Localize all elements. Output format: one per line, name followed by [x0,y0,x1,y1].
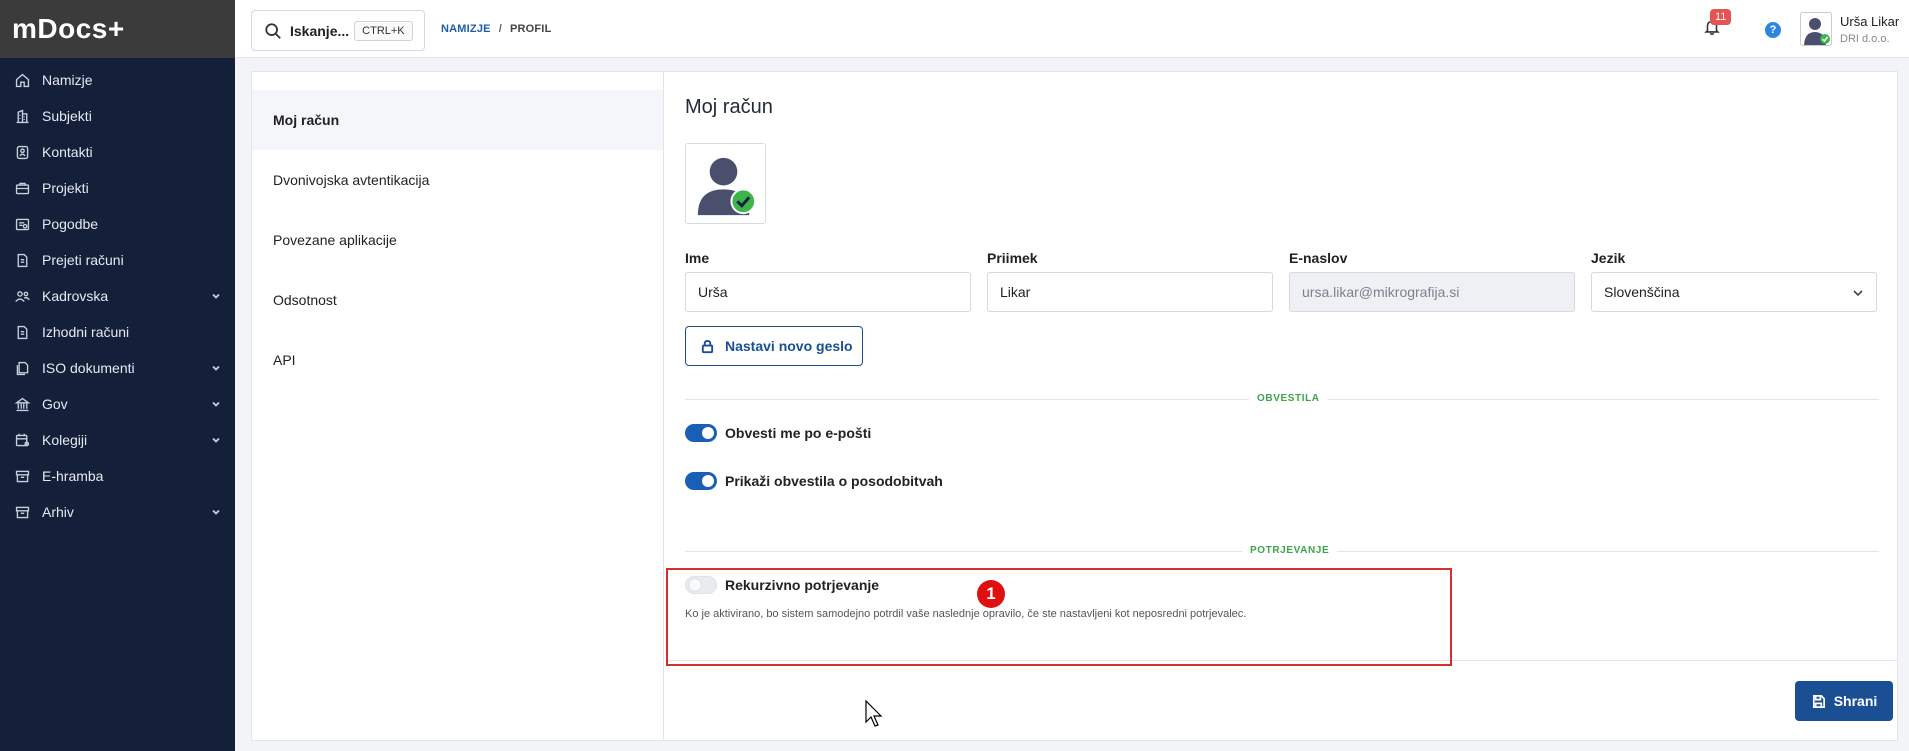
section-label-obvestila: OBVESTILA [1249,393,1328,404]
archive-icon [12,466,32,486]
set-password-button[interactable]: Nastavi novo geslo [685,326,863,366]
user-name[interactable]: Urša Likar [1840,14,1899,29]
set-password-label: Nastavi novo geslo [725,338,853,354]
home-icon [12,70,32,90]
chevron-down-icon[interactable] [211,396,221,412]
sidebar-item-e-hramba[interactable]: E-hramba [0,458,235,494]
chevron-down-icon [1852,286,1864,302]
top-bar: Iskanje... CTRL+K NAMIZJE / PROFIL 11 ? Ur… [235,0,1909,58]
language-label: Jezik [1591,250,1626,266]
sidebar-item-izhodni-racuni[interactable]: Izhodni računi [0,314,235,350]
sidebar-item-subjekti[interactable]: Subjekti [0,98,235,134]
update-notify-label: Prikaži obvestila o posodobitvah [725,473,943,489]
sidebar-item-kolegiji[interactable]: Kolegiji [0,422,235,458]
lock-icon [701,339,714,353]
email-field: ursa.likar@mikrografija.si [1289,272,1575,312]
sidebar-item-gov[interactable]: Gov [0,386,235,422]
update-notify-toggle[interactable] [685,472,717,490]
first-name-label: Ime [685,250,710,266]
settings-menu-moj-racun[interactable]: Moj račun [252,90,663,150]
contract-icon [12,214,32,234]
search-button[interactable]: Iskanje... CTRL+K [251,10,425,51]
sidebar-item-label: Arhiv [42,504,74,520]
notification-count-badge: 11 [1710,9,1732,25]
breadcrumb: NAMIZJE / PROFIL [441,23,552,35]
sidebar-item-label: E-hramba [42,468,104,484]
sidebar-item-iso-dokumenti[interactable]: ISO dokumenti [0,350,235,386]
contact-card-icon [12,142,32,162]
toggle-knob [702,475,714,487]
sidebar-item-label: Projekti [42,180,89,196]
save-icon [1812,694,1825,708]
help-button[interactable]: ? [1765,22,1781,38]
search-icon [265,22,281,39]
sidebar-item-namizje[interactable]: Namizje [0,62,235,98]
settings-menu-povezane-aplikacije[interactable]: Povezane aplikacije [252,210,663,270]
search-shortcut: CTRL+K [354,20,413,41]
app-logo[interactable]: mDocs+ [0,0,235,58]
settings-menu-label: Moj račun [273,112,340,128]
bank-icon [12,394,32,414]
sidebar-item-label: Gov [42,396,68,412]
sidebar-item-label: Prejeti računi [42,252,124,268]
sidebar-item-projekti[interactable]: Projekti [0,170,235,206]
save-button[interactable]: Shrani [1795,681,1893,721]
page-title: Moj račun [685,96,773,118]
document-icon [12,250,32,270]
chevron-down-icon[interactable] [211,432,221,448]
sidebar-nav: Namizje Subjekti Kontakti Projekti Pogod… [0,58,235,530]
breadcrumb-current: PROFIL [509,23,552,35]
sidebar-item-prejeti-racuni[interactable]: Prejeti računi [0,242,235,278]
settings-menu-dvonivojska-avtentikacija[interactable]: Dvonivojska avtentikacija [252,150,663,210]
chevron-down-icon[interactable] [211,360,221,376]
settings-menu: Moj račun Dvonivojska avtentikacija Pove… [252,72,664,740]
chevron-down-icon[interactable] [211,288,221,304]
first-name-input[interactable]: Urša [685,272,971,312]
annotation-marker: 1 [977,580,1005,608]
user-org: DRI d.o.o. [1840,33,1890,45]
sidebar-item-pogodbe[interactable]: Pogodbe [0,206,235,242]
search-label: Iskanje... [290,22,350,39]
email-label: E-naslov [1289,250,1348,266]
sidebar-item-label: Subjekti [42,108,92,124]
user-avatar[interactable] [1800,12,1832,46]
email-notify-toggle[interactable] [685,424,717,442]
save-label: Shrani [1833,693,1878,709]
calendar-people-icon [12,430,32,450]
email-notify-label: Obvesti me po e-pošti [725,425,872,441]
sidebar-item-kadrovska[interactable]: Kadrovska [0,278,235,314]
last-name-input[interactable]: Likar [987,272,1273,312]
profile-avatar[interactable] [685,143,766,224]
sidebar: mDocs+ Namizje Subjekti Kontakti Projekt… [0,0,235,751]
settings-menu-odsotnost[interactable]: Odsotnost [252,270,663,330]
breadcrumb-separator: / [498,23,502,35]
people-icon [12,286,32,306]
sidebar-item-label: Izhodni računi [42,324,130,340]
last-name-label: Priimek [987,250,1038,266]
briefcase-icon [12,178,32,198]
sidebar-item-label: ISO dokumenti [42,360,135,376]
sidebar-item-kontakti[interactable]: Kontakti [0,134,235,170]
annotation-highlight-box [666,568,1452,666]
sidebar-item-label: Namizje [42,72,93,88]
section-label-potrjevanje: POTRJEVANJE [1242,545,1338,556]
settings-menu-api[interactable]: API [252,330,663,390]
sidebar-item-label: Kolegiji [42,432,88,448]
sidebar-item-label: Pogodbe [42,216,99,232]
language-select[interactable]: Slovenščina [1591,272,1877,312]
mouse-cursor-icon [865,699,883,733]
breadcrumb-link-namizje[interactable]: NAMIZJE [441,23,491,35]
chevron-down-icon[interactable] [211,504,221,520]
documents-icon [12,358,32,378]
document-icon [12,322,32,342]
archive-icon [12,502,32,522]
sidebar-item-arhiv[interactable]: Arhiv [0,494,235,530]
toggle-knob [702,427,714,439]
sidebar-item-label: Kadrovska [42,288,109,304]
language-value: Slovenščina [1604,284,1680,300]
building-icon [12,106,32,126]
sidebar-item-label: Kontakti [42,144,93,160]
